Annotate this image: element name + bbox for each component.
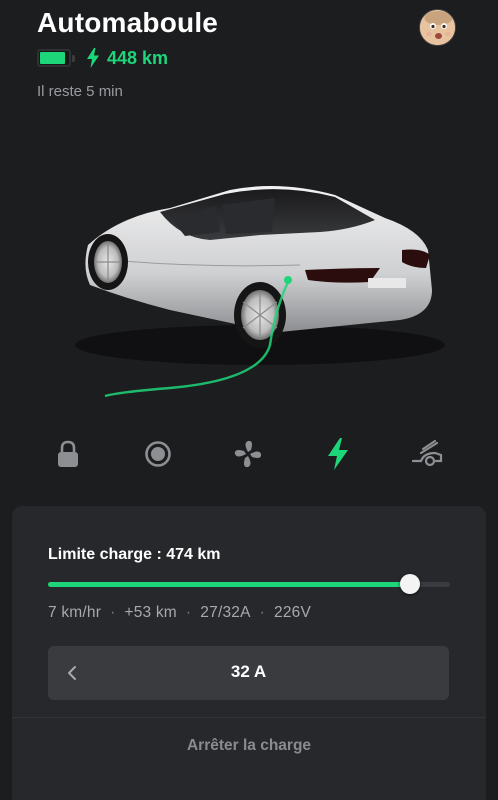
voltage: 226V	[274, 604, 311, 621]
charge-rate: 7 km/hr	[48, 604, 102, 621]
stat-separator: ·	[110, 604, 116, 621]
divider	[12, 717, 486, 718]
charge-button[interactable]	[316, 432, 360, 476]
charging-bolt-icon	[87, 48, 99, 68]
stat-separator: ·	[259, 604, 265, 621]
amperage-selector: 32 A	[48, 646, 449, 700]
range-value: 448 km	[107, 47, 169, 68]
battery-tip	[72, 55, 75, 62]
slider-fill	[48, 582, 410, 587]
charge-limit-slider[interactable]	[48, 574, 450, 594]
car-controls	[0, 432, 498, 476]
stat-separator: ·	[185, 604, 192, 621]
avatar[interactable]	[419, 9, 456, 46]
stop-charging-button[interactable]: Arrêter la charge	[12, 737, 486, 755]
charge-panel: Limite charge : 474 km 7 km/hr · +53 km …	[12, 506, 486, 800]
charge-stats: 7 km/hr · +53 km · 27/32A · 226V	[48, 604, 311, 622]
car-image	[50, 150, 450, 410]
lock-button[interactable]	[46, 432, 90, 476]
charge-limit-label: Limite charge : 474 km	[48, 546, 221, 563]
climate-button[interactable]	[136, 432, 180, 476]
range-added: +53 km	[124, 604, 177, 621]
fan-icon	[234, 440, 262, 468]
slider-handle[interactable]	[399, 574, 420, 594]
trunk-icon	[411, 439, 443, 467]
lock-icon	[58, 440, 78, 467]
range-row: 448 km	[37, 45, 498, 71]
battery-fill	[40, 52, 66, 64]
amperage-value: 32 A	[230, 662, 267, 681]
charge-icon	[328, 438, 348, 470]
current-amps: 27/32A	[200, 604, 251, 621]
car-illustration	[75, 186, 445, 398]
battery-icon	[37, 49, 75, 67]
trunk-button[interactable]	[406, 432, 450, 476]
climate-icon	[145, 441, 171, 467]
time-remaining: Il reste 5 min	[37, 83, 123, 100]
fan-button[interactable]	[226, 432, 270, 476]
